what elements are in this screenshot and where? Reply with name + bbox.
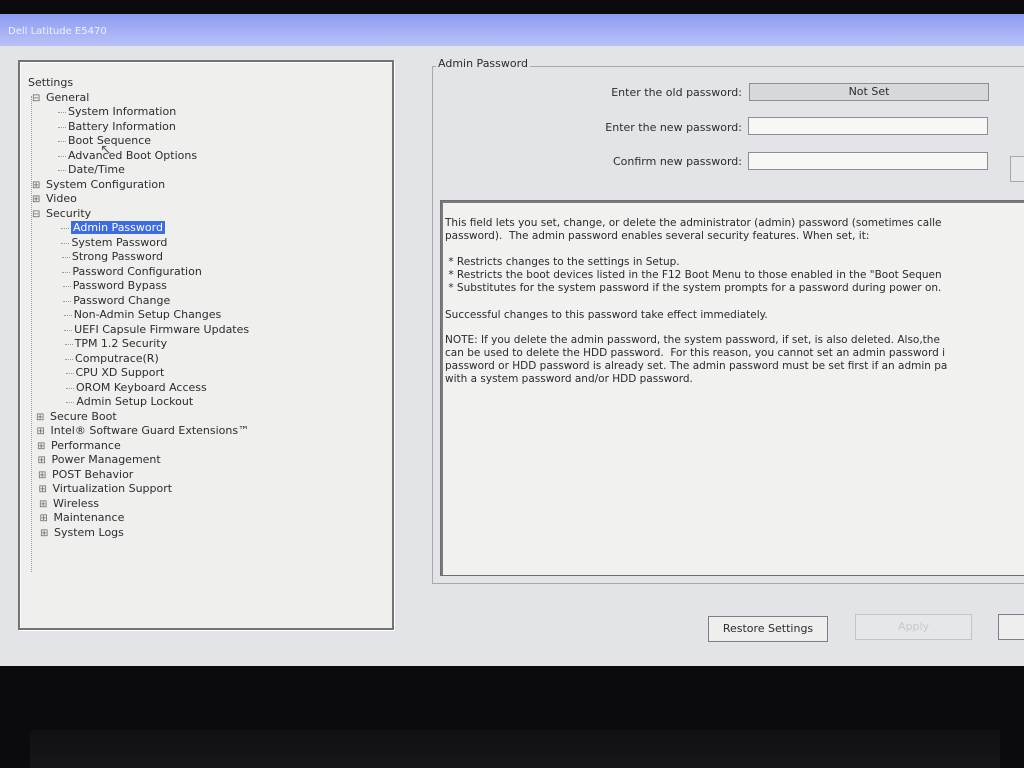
tree-item-label: Wireless [53, 496, 100, 510]
tree-item[interactable]: ⊟ General [32, 91, 89, 105]
tree-item[interactable]: ⊞ POST Behavior [38, 468, 133, 482]
tree-item[interactable]: ⊞ Wireless [39, 497, 99, 511]
old-password-label: Enter the old password: [611, 86, 742, 99]
expand-icon[interactable]: ⊞ [32, 179, 40, 192]
old-password-field: Not Set [749, 83, 989, 101]
tree-item-label: Password Bypass [72, 279, 167, 292]
tree-item-label: Intel® Software Guard Extensions™ [50, 424, 250, 437]
tree-item[interactable]: Password Change [63, 293, 171, 307]
expand-icon[interactable]: ⊞ [32, 193, 40, 206]
tree-item[interactable]: Admin Password [61, 221, 165, 234]
expand-icon[interactable]: ⊞ [36, 411, 44, 424]
tree-item[interactable]: TPM 1.2 Security [64, 337, 168, 350]
collapse-icon[interactable]: ⊟ [32, 208, 40, 221]
tree-item-label: Password Change [73, 293, 171, 307]
help-paragraph: * Restricts changes to the settings in S… [448, 256, 942, 294]
tree-item[interactable]: ⊞ Power Management [38, 453, 161, 467]
exit-button[interactable] [998, 614, 1024, 640]
tree-item-label: Battery Information [68, 119, 176, 133]
tree-item-label: Performance [51, 438, 121, 452]
tree-item-label: Virtualization Support [52, 482, 173, 495]
tree-item-label: POST Behavior [52, 467, 134, 481]
tree-item[interactable]: UEFI Capsule Firmware Updates [64, 322, 250, 336]
tree-item-label: OROM Keyboard Access [75, 380, 207, 394]
tree-item[interactable]: System Information [57, 105, 177, 118]
tree-item-label: Non-Admin Setup Changes [73, 308, 222, 321]
tree-item[interactable]: ⊞ System Configuration [32, 178, 165, 192]
tree-item[interactable]: ⊞ Secure Boot [36, 410, 117, 424]
tree-item-label: System Information [68, 105, 177, 118]
expand-icon[interactable]: ⊞ [38, 454, 46, 467]
tree-item[interactable]: ⊞ Performance [37, 439, 121, 453]
tree-item-label: Strong Password [71, 250, 164, 263]
expand-icon[interactable]: ⊞ [37, 425, 45, 438]
tree-item[interactable]: ⊞ Video [32, 192, 77, 206]
tree-item[interactable]: ⊞ System Logs [40, 526, 124, 540]
tree-item[interactable]: ⊞ Maintenance [40, 511, 125, 525]
help-paragraph: NOTE: If you delete the admin password, … [445, 334, 948, 385]
title-bar: Dell Latitude E5470 [0, 14, 1024, 46]
tree-item[interactable]: Strong Password [61, 250, 164, 263]
tree-item-label: Video [46, 192, 77, 205]
tree-item-label: Secure Boot [50, 409, 117, 423]
tree-item[interactable]: Advanced Boot Options [57, 148, 198, 162]
expand-icon[interactable]: ⊞ [39, 483, 47, 496]
tree-item[interactable]: Battery Information [58, 119, 176, 133]
tree-item-label: Power Management [51, 453, 161, 466]
confirm-password-input[interactable] [748, 152, 988, 170]
tree-item[interactable]: Password Bypass [62, 279, 167, 292]
tree-item[interactable]: Password Configuration [62, 264, 202, 278]
tree-item-label: TPM 1.2 Security [74, 337, 168, 350]
tree-item-label: Admin Password [71, 221, 165, 234]
tree-item-label: UEFI Capsule Firmware Updates [74, 322, 250, 336]
tree-item[interactable]: Date/Time [58, 163, 125, 176]
tree-item-label: Advanced Boot Options [68, 148, 198, 162]
expand-icon[interactable]: ⊞ [40, 512, 48, 525]
collapse-icon[interactable]: ⊟ [32, 92, 40, 105]
tree-item-label: Password Configuration [72, 264, 202, 278]
expand-icon[interactable]: ⊞ [39, 498, 47, 511]
tree-item-label: Maintenance [53, 511, 125, 524]
tree-item[interactable]: Computrace(R) [65, 351, 159, 365]
window-title: Dell Latitude E5470 [8, 26, 107, 37]
tree-item-label: General [46, 90, 90, 104]
bios-screen: Dell Latitude E5470 Settings ⊟ General Syst… [0, 14, 1024, 666]
tree-item[interactable]: CPU XD Support [65, 366, 165, 379]
new-password-label: Enter the new password: [605, 121, 742, 134]
expand-icon[interactable]: ⊞ [38, 469, 46, 482]
tree-item-label: System Configuration [46, 177, 166, 191]
tree-item-label: Date/Time [68, 163, 125, 176]
tree-item-label: CPU XD Support [75, 366, 165, 379]
help-paragraph: Successful changes to this password take… [445, 309, 768, 321]
tree-item-label: Security [46, 206, 92, 220]
mouse-cursor-icon: ↖ [100, 142, 112, 158]
tree-item-label: Admin Setup Lockout [76, 395, 194, 408]
group-title: Admin Password [436, 57, 530, 70]
tree-item-label: System Password [71, 235, 168, 249]
tree-item-label: Computrace(R) [75, 351, 159, 365]
help-paragraph: This field lets you set, change, or dele… [445, 217, 942, 242]
ok-button[interactable] [1010, 156, 1024, 182]
tree-item[interactable]: Non-Admin Setup Changes [63, 308, 222, 321]
laptop-hinge [30, 730, 1000, 768]
help-text-box: This field lets you set, change, or dele… [440, 200, 1024, 576]
expand-icon[interactable]: ⊞ [40, 527, 48, 540]
tree-item[interactable]: ⊟ Security [32, 207, 91, 221]
tree-item[interactable]: OROM Keyboard Access [65, 380, 207, 394]
tree-item-label: System Logs [54, 525, 124, 539]
tree-item[interactable]: Settings [28, 76, 73, 89]
new-password-input[interactable] [748, 117, 988, 135]
tree-connector-line [31, 96, 33, 572]
tree-item[interactable]: System Password [61, 235, 168, 249]
tree-item-label: Settings [28, 76, 74, 89]
confirm-password-label: Confirm new password: [612, 155, 742, 168]
tree-item[interactable]: ⊞ Intel® Software Guard Extensions™ [37, 424, 250, 438]
tree-item[interactable]: Admin Setup Lockout [66, 395, 194, 408]
apply-button[interactable]: Apply [855, 614, 972, 640]
restore-settings-button[interactable]: Restore Settings [708, 616, 828, 642]
settings-tree[interactable]: Settings ⊟ General System Information Batter… [18, 60, 394, 630]
tree-item[interactable]: ⊞ Virtualization Support [39, 482, 173, 496]
expand-icon[interactable]: ⊞ [37, 440, 45, 453]
